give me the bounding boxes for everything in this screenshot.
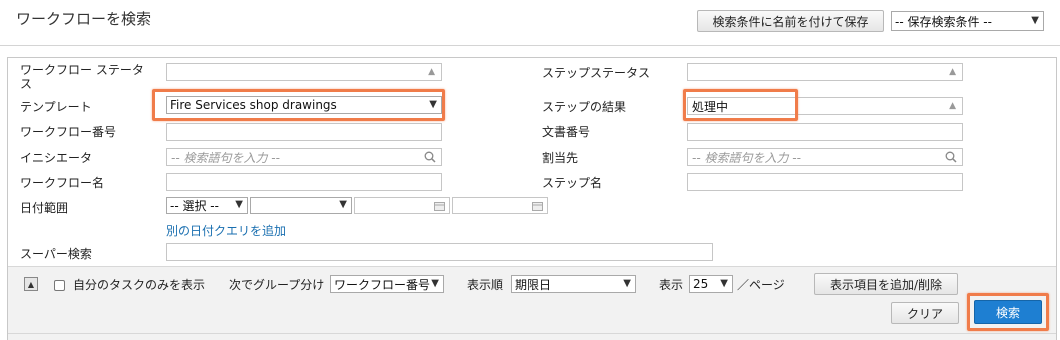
workflow-name-label: ワークフロー名 bbox=[20, 176, 105, 190]
page-size-select-value: 25 bbox=[693, 277, 709, 291]
triangle-up-icon: ▲ bbox=[27, 279, 35, 289]
step-status-multiselect[interactable]: ▲▼ bbox=[687, 63, 963, 81]
page-size-select[interactable]: 25 ▼ bbox=[689, 275, 733, 293]
search-button-highlight bbox=[967, 293, 1049, 331]
step-result-highlight bbox=[683, 89, 798, 121]
sort-by-select[interactable]: 期限日 ▼ bbox=[511, 275, 636, 293]
document-number-label: 文書番号 bbox=[542, 125, 591, 139]
calendar-icon[interactable] bbox=[532, 201, 543, 211]
per-page-label: ／ページ bbox=[737, 278, 785, 292]
chevron-down-icon: ▼ bbox=[1031, 15, 1039, 26]
step-result-label: ステップの結果 bbox=[542, 100, 627, 114]
show-label: 表示 bbox=[659, 278, 684, 292]
template-label: テンプレート bbox=[20, 100, 92, 114]
page-title: ワークフローを検索 bbox=[16, 10, 152, 28]
template-highlight bbox=[152, 89, 445, 121]
collapse-panel-button[interactable]: ▲ bbox=[24, 277, 38, 291]
dropdown-icon: ▲▼ bbox=[949, 67, 956, 80]
workflow-number-input[interactable] bbox=[166, 123, 442, 141]
assignee-placeholder: -- 検索語句を入力 -- bbox=[692, 150, 801, 165]
initiator-label: イニシエータ bbox=[20, 151, 93, 165]
group-by-select-value: ワークフロー番号 bbox=[334, 277, 431, 292]
workflow-number-label: ワークフロー番号 bbox=[20, 125, 117, 139]
end-date-input[interactable] bbox=[452, 197, 548, 214]
chevron-down-icon: ▼ bbox=[235, 199, 243, 210]
sort-by-select-value: 期限日 bbox=[515, 277, 552, 292]
search-icon bbox=[424, 151, 436, 163]
document-number-input[interactable] bbox=[687, 123, 963, 141]
workflow-name-input[interactable] bbox=[166, 173, 442, 191]
clear-button[interactable]: クリア bbox=[891, 302, 959, 324]
group-by-select[interactable]: ワークフロー番号 ▼ bbox=[330, 275, 444, 293]
workflow-status-multiselect[interactable]: ▲▼ bbox=[166, 63, 442, 81]
save-search-button[interactable]: 検索条件に名前を付けて保存 bbox=[697, 10, 884, 32]
chevron-down-icon: ▼ bbox=[720, 278, 728, 289]
bottom-divider bbox=[8, 333, 1056, 334]
workflow-status-label-line2: ス bbox=[20, 77, 33, 91]
assignee-search-input[interactable]: -- 検索語句を入力 -- bbox=[687, 148, 963, 166]
search-icon bbox=[945, 151, 957, 163]
my-tasks-only-checkbox[interactable] bbox=[54, 280, 65, 291]
my-tasks-only-label: 自分のタスクのみを表示 bbox=[73, 278, 206, 292]
add-remove-columns-button[interactable]: 表示項目を追加/削除 bbox=[814, 273, 958, 295]
date-range-select[interactable]: -- 選択 -- ▼ bbox=[166, 197, 248, 214]
group-by-label: 次でグループ分け bbox=[229, 278, 325, 292]
chevron-down-icon: ▼ bbox=[339, 199, 347, 210]
chevron-down-icon: ▼ bbox=[623, 278, 631, 289]
dropdown-icon: ▲▼ bbox=[428, 67, 435, 80]
header-divider bbox=[0, 45, 1060, 46]
saved-search-select-value: -- 保存検索条件 -- bbox=[895, 14, 992, 29]
initiator-placeholder: -- 検索語句を入力 -- bbox=[171, 150, 280, 165]
date-operator-select[interactable]: ▼ bbox=[250, 197, 352, 214]
chevron-down-icon: ▼ bbox=[431, 278, 439, 289]
sort-by-label: 表示順 bbox=[467, 278, 504, 292]
step-status-label: ステップステータス bbox=[542, 66, 651, 80]
dropdown-icon: ▲▼ bbox=[949, 101, 956, 114]
step-name-label: ステップ名 bbox=[542, 176, 603, 190]
super-search-input[interactable] bbox=[166, 243, 713, 261]
date-range-select-value: -- 選択 -- bbox=[170, 199, 219, 213]
assignee-label: 割当先 bbox=[542, 151, 579, 165]
workflow-status-label: ワークフロー ステータ ス bbox=[20, 63, 144, 91]
workflow-status-label-line1: ワークフロー ステータ bbox=[20, 63, 144, 77]
start-date-input[interactable] bbox=[354, 197, 450, 214]
step-name-input[interactable] bbox=[687, 173, 963, 191]
initiator-search-input[interactable]: -- 検索語句を入力 -- bbox=[166, 148, 442, 166]
saved-search-select[interactable]: -- 保存検索条件 -- ▼ bbox=[891, 11, 1044, 31]
super-search-label: スーパー検索 bbox=[20, 247, 92, 261]
date-range-label: 日付範囲 bbox=[20, 201, 69, 215]
calendar-icon[interactable] bbox=[434, 201, 445, 211]
add-date-query-link[interactable]: 別の日付クエリを追加 bbox=[166, 222, 286, 239]
